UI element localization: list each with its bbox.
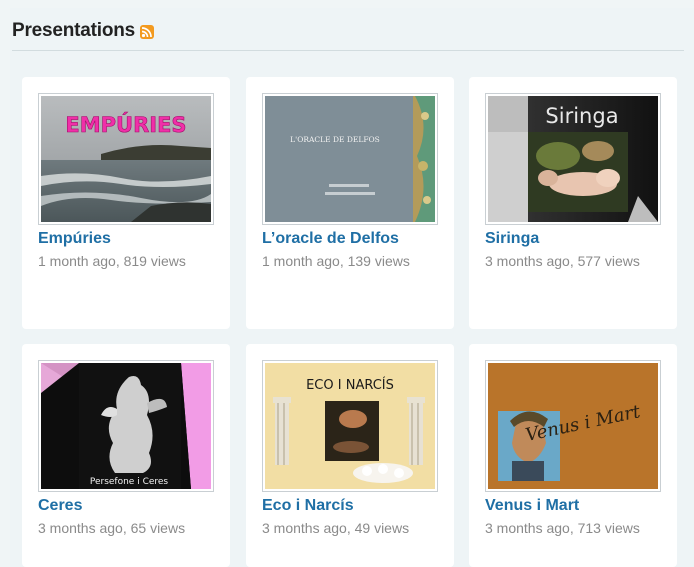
section-title: Presentations [12, 20, 136, 41]
presentation-title-link[interactable]: Venus i Mart [485, 497, 661, 515]
presentation-meta: 1 month ago, 819 views [38, 253, 186, 269]
thumbnail-caption: Persefone i Ceres [90, 477, 169, 487]
thumbnail-image: Venus i Mart [488, 363, 658, 489]
presentation-title-link[interactable]: L’oracle de Delfos [262, 230, 438, 248]
presentation-meta: 3 months ago, 577 views [485, 253, 640, 269]
presentation-meta: 3 months ago, 713 views [485, 520, 640, 536]
thumbnail-image: ECO I NARCÍS [265, 363, 435, 489]
presentation-card[interactable]: L'ORACLE DE DELFOS L’oracle de Delfos 1 … [246, 77, 454, 329]
thumbnail-caption: ECO I NARCÍS [306, 377, 394, 393]
presentation-thumbnail[interactable]: Venus i Mart [485, 360, 661, 492]
thumbnail-caption: EMPÚRIES [65, 112, 186, 137]
presentation-thumbnail[interactable]: Persefone i Ceres [38, 360, 214, 492]
presentation-card[interactable]: Siringa Siringa 3 months ago, 577 views [469, 77, 677, 329]
presentation-card[interactable]: Venus i Mart Venus i Mart 3 months ago, … [469, 344, 677, 567]
presentation-card[interactable]: Persefone i Ceres Ceres 3 months ago, 65… [22, 344, 230, 567]
section-header: Presentations [12, 20, 684, 51]
presentation-thumbnail[interactable]: L'ORACLE DE DELFOS [262, 93, 438, 225]
presentation-card[interactable]: ECO I NARCÍS Eco i Narcís 3 months ago, … [246, 344, 454, 567]
presentation-title-link[interactable]: Siringa [485, 230, 661, 248]
thumbnail-caption: L'ORACLE DE DELFOS [290, 135, 380, 144]
presentation-title-link[interactable]: Ceres [38, 497, 214, 515]
presentation-meta: 3 months ago, 49 views [262, 520, 410, 536]
presentation-title-link[interactable]: Empúries [38, 230, 214, 248]
presentation-thumbnail[interactable]: EMPÚRIES [38, 93, 214, 225]
thumbnail-image: Persefone i Ceres [41, 363, 211, 489]
rss-icon[interactable] [140, 25, 155, 39]
thumbnail-image: EMPÚRIES [41, 96, 211, 222]
presentation-meta: 3 months ago, 65 views [38, 520, 186, 536]
thumbnail-image: Siringa [488, 96, 658, 222]
presentation-thumbnail[interactable]: Siringa [485, 93, 661, 225]
presentation-card[interactable]: EMPÚRIES Empúries 1 month ago, 819 views [22, 77, 230, 329]
presentation-meta: 1 month ago, 139 views [262, 253, 410, 269]
presentation-thumbnail[interactable]: ECO I NARCÍS [262, 360, 438, 492]
presentation-title-link[interactable]: Eco i Narcís [262, 497, 438, 515]
thumbnail-image: L'ORACLE DE DELFOS [265, 96, 435, 222]
thumbnail-caption: Siringa [545, 104, 618, 128]
